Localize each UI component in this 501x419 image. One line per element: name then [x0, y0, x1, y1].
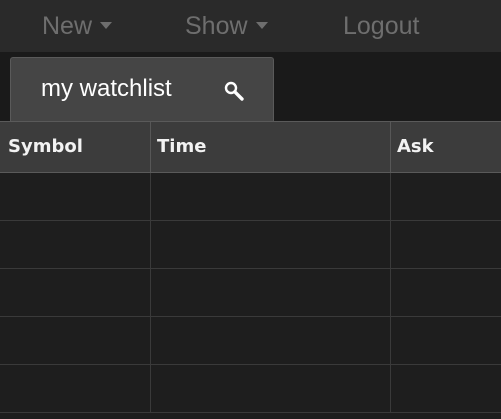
ask-cell: [391, 317, 501, 364]
column-header-time[interactable]: Time: [151, 122, 391, 172]
watchlist-app: New Show Logout my watchlist Symbol Time…: [0, 0, 501, 419]
time-cell: [151, 221, 391, 268]
top-menu-bar: New Show Logout: [0, 0, 501, 53]
new-menu-label: New: [42, 12, 93, 40]
time-cell: [151, 173, 391, 220]
column-header-ask[interactable]: Ask: [391, 122, 501, 172]
ask-cell: [391, 365, 501, 412]
ask-cell: [391, 221, 501, 268]
ask-cell: [391, 269, 501, 316]
column-header-symbol[interactable]: Symbol: [0, 122, 151, 172]
time-cell: [151, 269, 391, 316]
tab-my-watchlist[interactable]: my watchlist: [10, 57, 274, 121]
time-cell: [151, 365, 391, 412]
symbol-cell: [0, 269, 151, 316]
search-icon[interactable]: [223, 80, 245, 102]
tab-strip: my watchlist: [0, 53, 501, 121]
symbol-cell: [0, 221, 151, 268]
table-row[interactable]: [0, 365, 501, 413]
symbol-cell: [0, 365, 151, 412]
symbol-cell: [0, 173, 151, 220]
grid-body: [0, 173, 501, 419]
caret-down-icon: [255, 21, 268, 29]
time-cell: [151, 317, 391, 364]
ask-cell: [391, 173, 501, 220]
table-row[interactable]: [0, 317, 501, 365]
caret-down-icon: [100, 21, 113, 29]
logout-link[interactable]: Logout: [343, 11, 419, 41]
grid-header: Symbol Time Ask: [0, 121, 501, 173]
symbol-cell: [0, 317, 151, 364]
show-menu-label: Show: [185, 12, 248, 40]
new-menu[interactable]: New: [42, 11, 113, 41]
watchlist-grid: Symbol Time Ask: [0, 121, 501, 419]
table-row[interactable]: [0, 269, 501, 317]
show-menu[interactable]: Show: [185, 11, 268, 41]
table-row[interactable]: [0, 221, 501, 269]
tab-label: my watchlist: [41, 75, 172, 102]
table-row[interactable]: [0, 173, 501, 221]
